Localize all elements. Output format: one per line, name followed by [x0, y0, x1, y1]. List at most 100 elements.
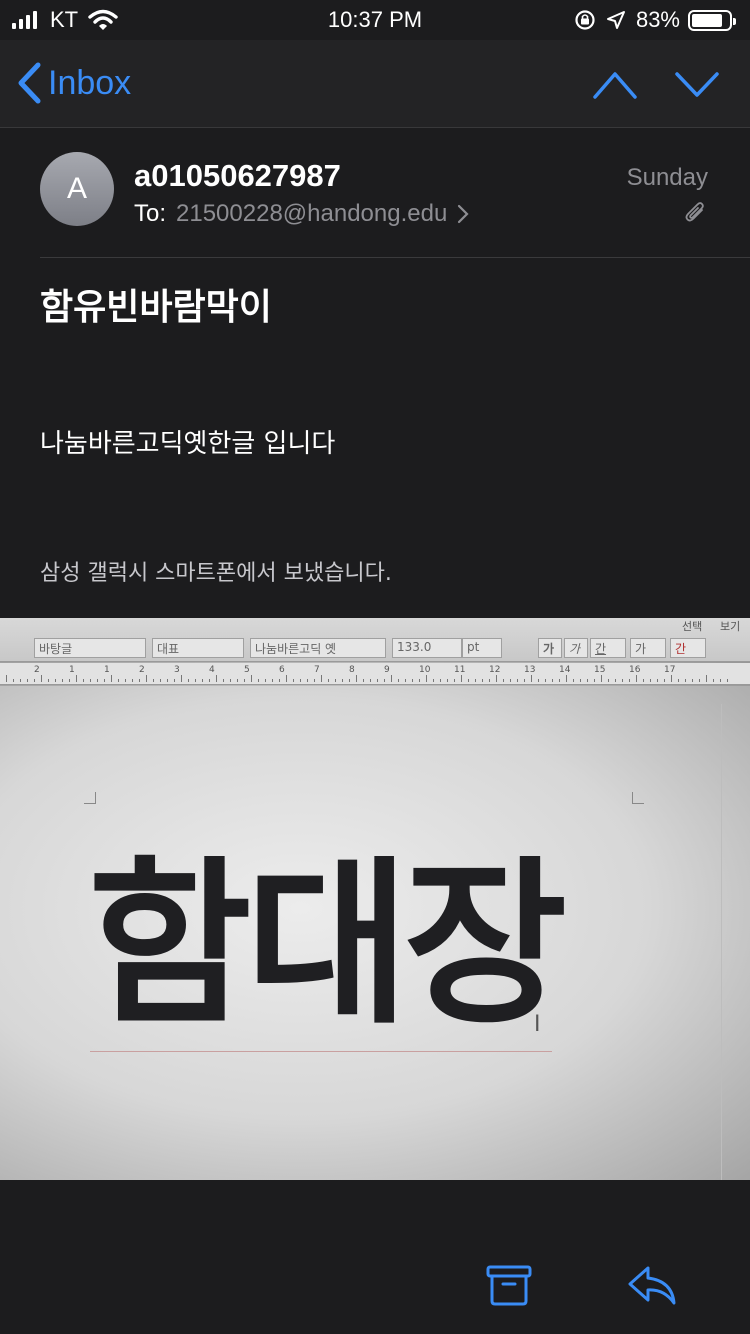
photo-ruler-tick	[83, 679, 84, 682]
photo-ruler-number: 12	[489, 665, 501, 675]
photo-ruler-tick	[643, 679, 644, 682]
photo-ruler-tick	[216, 675, 217, 682]
photo-ruler-tick	[349, 679, 350, 682]
photo-ruler-tick	[419, 679, 420, 682]
photo-ruler-tick	[370, 679, 371, 682]
photo-ruler-tick	[118, 679, 119, 682]
photo-ruler-tick	[20, 679, 21, 682]
photo-ruler-tick	[48, 679, 49, 682]
photo-ruler-tick	[594, 679, 595, 682]
photo-ruler-number: 1	[104, 665, 110, 675]
photo-ruler-tick	[538, 679, 539, 682]
photo-ruler-tick	[454, 679, 455, 682]
photo-ruler-tick	[335, 679, 336, 682]
header-divider	[40, 257, 750, 258]
archive-button[interactable]	[486, 1264, 532, 1306]
photo-strike-button: 가	[630, 638, 666, 658]
to-label: To:	[134, 200, 167, 227]
photo-ruler-tick	[251, 675, 252, 682]
photo-ruler-tick	[153, 679, 154, 682]
photo-ruler-tick	[258, 679, 259, 682]
photo-ruler-tick	[139, 679, 140, 682]
mail-screen: KT 10:37 PM 83% Inbox A a01050627987 To:…	[0, 0, 750, 1334]
photo-ruler-tick	[391, 675, 392, 682]
photo-ruler-tick	[573, 679, 574, 682]
sender-avatar[interactable]: A	[40, 152, 114, 226]
back-to-inbox-button[interactable]: Inbox	[16, 62, 131, 104]
recipient-address: 21500228@handong.edu	[176, 200, 448, 227]
photo-ruler-tick	[706, 675, 707, 682]
bottom-toolbar	[0, 1180, 750, 1334]
photo-ruler-tick	[300, 679, 301, 682]
photo-ruler-tick	[447, 679, 448, 682]
photo-ruler-tick	[167, 679, 168, 682]
photo-ruler-tick	[622, 679, 623, 682]
photo-ruler-tick	[244, 679, 245, 682]
previous-message-button[interactable]	[592, 64, 638, 104]
battery-fill	[692, 13, 722, 27]
photo-ruler-tick	[76, 675, 77, 682]
photo-ruler-number: 11	[454, 665, 466, 675]
photo-margin-corner	[84, 792, 96, 804]
photo-ruler-tick	[657, 679, 658, 682]
photo-ruler-tick	[566, 675, 567, 682]
orientation-lock-icon	[575, 10, 595, 30]
photo-ruler-tick	[678, 679, 679, 682]
photo-ruler-tick	[6, 675, 7, 682]
reply-button[interactable]	[626, 1264, 678, 1306]
photo-ruler-tick	[671, 675, 672, 682]
photo-ruler-tick	[62, 679, 63, 682]
photo-ruler-tick	[601, 675, 602, 682]
photo-ruler-tick	[615, 679, 616, 682]
photo-ruler-number: 2	[34, 665, 40, 675]
battery-icon	[688, 9, 736, 31]
photo-ruler-tick	[34, 679, 35, 682]
photo-ruler-tick	[104, 679, 105, 682]
message-body: 나눔바른고딕옛한글 입니다	[40, 429, 336, 459]
battery-cap	[733, 17, 736, 25]
photo-text-underline	[90, 1051, 552, 1052]
photo-ruler-tick	[692, 679, 693, 682]
photo-ruler-tick	[41, 675, 42, 682]
back-label: Inbox	[48, 63, 132, 102]
next-message-button[interactable]	[674, 64, 720, 104]
photo-ruler-tick	[321, 675, 322, 682]
photo-ruler-tick	[223, 679, 224, 682]
location-arrow-icon	[606, 11, 625, 29]
photo-ruler-tick	[125, 679, 126, 682]
photo-ruler-tick	[188, 679, 189, 682]
photo-ruler-tick	[195, 679, 196, 682]
attached-photo[interactable]: 바탕글 대표 나눔바른고딕 옛 133.0 pt 가 가 간 가 간 선택 보기…	[0, 618, 750, 1180]
recipient-row[interactable]: To: 21500228@handong.edu	[134, 200, 469, 228]
photo-ruler-tick	[727, 679, 728, 682]
photo-ruler-number: 9	[384, 665, 390, 675]
photo-ruler-tick	[363, 679, 364, 682]
photo-ruler-tick	[293, 679, 294, 682]
photo-ruler-tick	[664, 679, 665, 682]
photo-ruler-tick	[377, 679, 378, 682]
photo-ruler-tick	[685, 679, 686, 682]
photo-ruler-tick	[482, 679, 483, 682]
message-signature: 삼성 갤럭시 스마트폰에서 보냈습니다.	[40, 561, 392, 586]
photo-ruler-tick	[412, 679, 413, 682]
photo-ruler-tick	[237, 679, 238, 682]
photo-ruler-tick	[713, 679, 714, 682]
photo-ruler-tick	[517, 679, 518, 682]
photo-ruler-number: 6	[279, 665, 285, 675]
photo-margin-corner	[632, 792, 644, 804]
photo-font-lang-field: 대표	[152, 638, 244, 658]
sender-name[interactable]: a01050627987	[134, 158, 341, 194]
photo-ruler-tick	[111, 675, 112, 682]
photo-ruler-tick	[328, 679, 329, 682]
photo-ruler-tick	[433, 679, 434, 682]
photo-ruler-number: 2	[139, 665, 145, 675]
photo-color-button: 간	[670, 638, 706, 658]
photo-ruler-number: 7	[314, 665, 320, 675]
photo-ruler-tick	[174, 679, 175, 682]
photo-ruler-tick	[580, 679, 581, 682]
photo-document-text: 함대장	[88, 841, 567, 1048]
photo-ruler-tick	[475, 679, 476, 682]
photo-bold-button: 가	[538, 638, 562, 658]
photo-ruler-tick	[440, 679, 441, 682]
photo-ruler-tick	[160, 679, 161, 682]
